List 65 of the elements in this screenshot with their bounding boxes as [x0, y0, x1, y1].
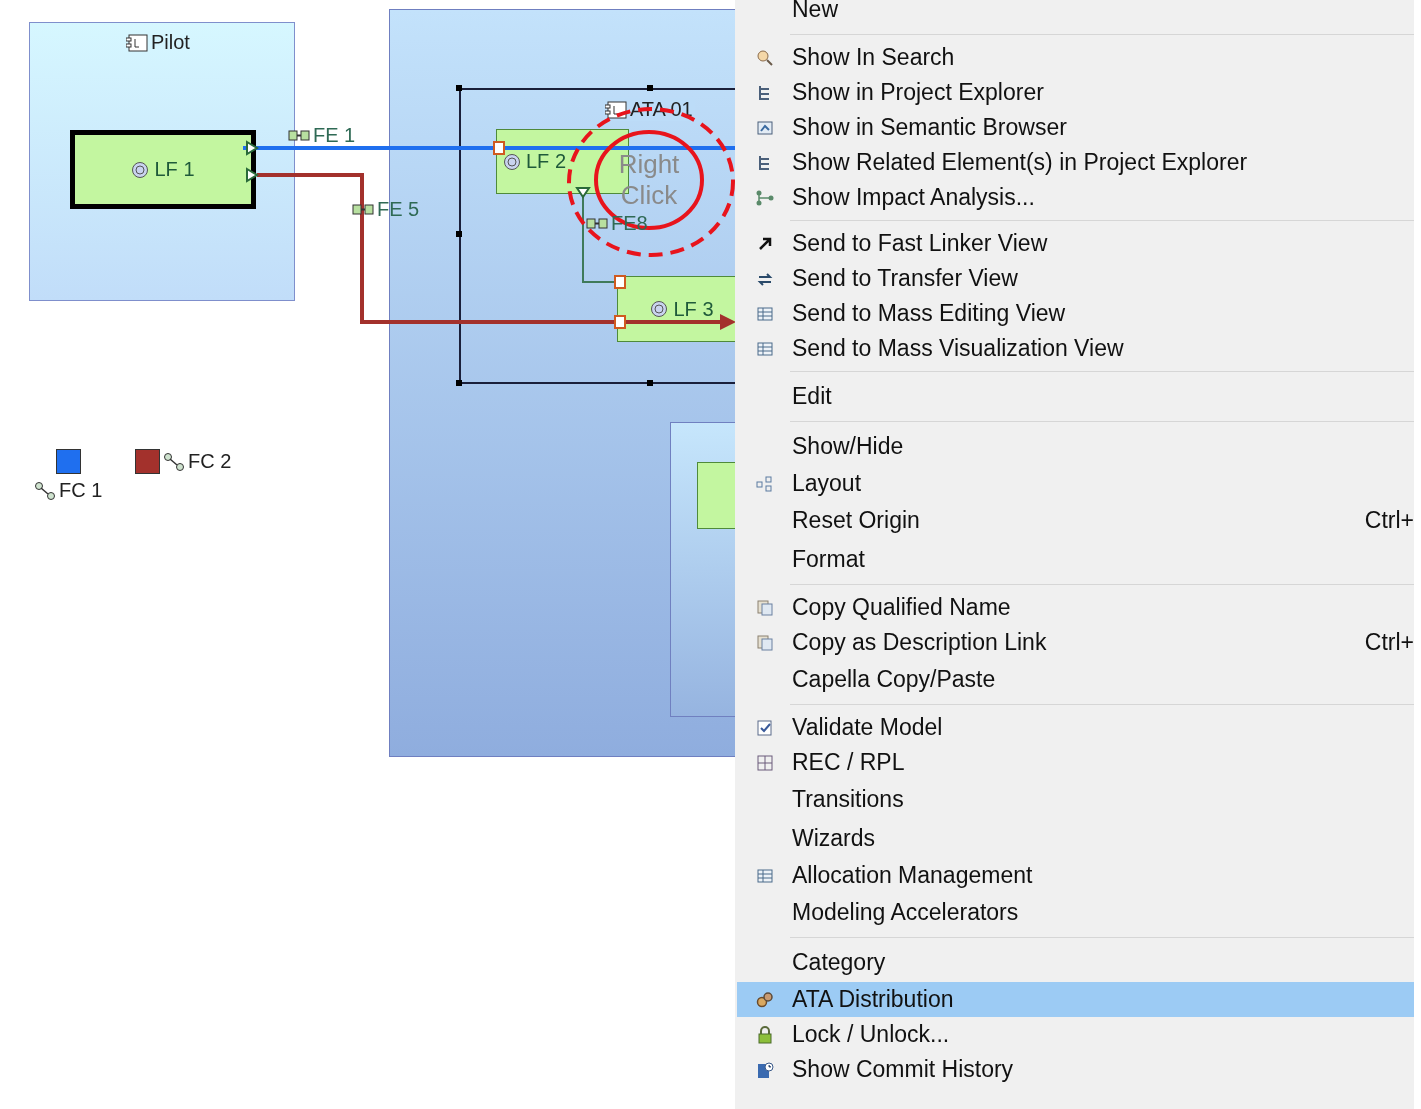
menu-item[interactable]: Capella Copy/Paste [737, 660, 1414, 699]
menu-item[interactable]: Show In Search [737, 40, 1414, 75]
selection-handle[interactable] [647, 85, 653, 91]
copy-icon [754, 632, 775, 653]
menu-item[interactable]: Format [737, 540, 1414, 579]
menu-item[interactable]: Transitions [737, 780, 1414, 819]
port-icon [614, 275, 626, 289]
port-icon [614, 315, 626, 329]
menu-item[interactable]: ATA Distribution [737, 982, 1414, 1017]
exchange-label: FE 1 [288, 124, 356, 147]
shortcut-text: Ctrl+ [1364, 629, 1414, 656]
function-icon [503, 152, 521, 171]
port-icon [246, 167, 259, 183]
menu-item[interactable]: Send to Transfer View [737, 261, 1414, 296]
chain-icon [34, 481, 56, 500]
port-icon [246, 140, 259, 156]
menu-item[interactable]: Category [737, 943, 1414, 982]
exchange-icon [288, 129, 310, 142]
magnifier-icon [754, 47, 775, 68]
function-label: LF 1 [154, 158, 195, 181]
menu-item[interactable]: Send to Fast Linker View [737, 226, 1414, 261]
component-icon [126, 33, 148, 52]
legend-label: FC 2 [163, 450, 232, 473]
menu-item[interactable]: Allocation Management [737, 858, 1414, 893]
menu-item[interactable]: Copy Qualified Name [737, 590, 1414, 625]
menu-item[interactable]: Show in Project Explorer [737, 75, 1414, 110]
menu-item[interactable]: New [737, 0, 1414, 29]
checklist-icon [754, 717, 775, 738]
function-icon [650, 300, 669, 318]
function-label: LF 2 [526, 150, 567, 173]
selection-handle[interactable] [456, 85, 462, 91]
menu-item[interactable]: Send to Mass Editing View [737, 296, 1414, 331]
function-icon [131, 160, 150, 179]
menu-item[interactable]: Show/Hide [737, 427, 1414, 466]
menu-item[interactable]: Show in Semantic Browser [737, 110, 1414, 145]
menu-item[interactable]: Edit [737, 377, 1414, 416]
component-title: Pilot [126, 31, 190, 54]
menu-item[interactable]: Show Commit History [737, 1052, 1414, 1087]
menu-item[interactable]: Show Impact Analysis... [737, 180, 1414, 215]
shortcut-text: Ctrl+ [1364, 507, 1414, 534]
port-icon [575, 187, 591, 199]
menu-item[interactable]: Wizards [737, 819, 1414, 858]
legend-label: FC 1 [34, 479, 103, 502]
selection-handle[interactable] [456, 380, 462, 386]
exchange-label: FE 5 [352, 198, 420, 221]
chain-icon [163, 452, 185, 471]
copy-icon [754, 597, 775, 618]
port-icon [493, 141, 505, 155]
menu-item[interactable]: Lock / Unlock... [737, 1017, 1414, 1052]
exchange-icon [352, 203, 374, 216]
menu-item[interactable]: Send to Mass Visualization View [737, 331, 1414, 366]
menu-item[interactable]: REC / RPL [737, 745, 1414, 780]
selection-handle[interactable] [456, 231, 462, 237]
menu-item[interactable]: Layout [737, 466, 1414, 501]
exchange-icon [586, 217, 608, 230]
menu-item[interactable]: Validate Model [737, 710, 1414, 745]
grid-icon [754, 752, 775, 773]
function-label: LF 3 [673, 297, 714, 321]
menu-item[interactable]: Copy as Description Link Ctrl+ [737, 625, 1414, 660]
layout-icon [754, 473, 775, 494]
menu-item[interactable]: Modeling Accelerators [737, 893, 1414, 932]
selection-handle[interactable] [647, 380, 653, 386]
menu-item[interactable]: Reset Origin Ctrl+ [737, 501, 1414, 540]
menu-item[interactable]: Show Related Element(s) in Project Explorer [737, 145, 1414, 180]
gears-icon [754, 989, 775, 1010]
